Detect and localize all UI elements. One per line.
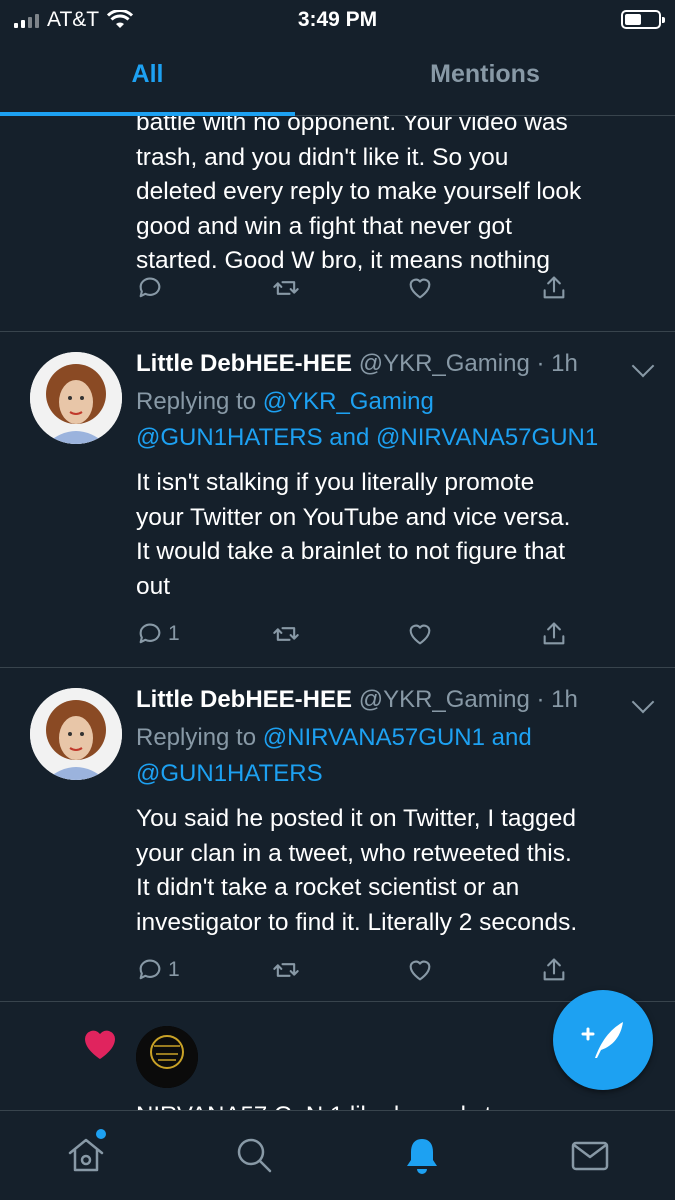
retweet-icon: [273, 281, 299, 295]
author-handle[interactable]: @YKR_Gaming: [359, 350, 530, 377]
reply-icon: [139, 623, 161, 644]
tweet-actions: 1: [136, 620, 596, 650]
mention-and: and: [491, 724, 532, 751]
mention-and: and: [329, 424, 370, 451]
mention-link[interactable]: @GUN1HATERS: [136, 424, 323, 451]
tweet-card[interactable]: battle with no opponent. Your video was …: [0, 116, 675, 332]
retweet-icon: [273, 963, 299, 977]
home-icon: [68, 1138, 104, 1172]
search-icon: [237, 1138, 272, 1173]
mail-icon: [571, 1141, 609, 1171]
avatar[interactable]: [136, 1026, 198, 1088]
mention-link[interactable]: @GUN1HATERS: [136, 760, 323, 787]
mention-link[interactable]: @NIRVANA57GUN1: [263, 724, 485, 751]
like-button[interactable]: [406, 956, 434, 984]
replying-to: Replying to @YKR_Gaming @GUN1HATERS and …: [136, 384, 656, 456]
reply-icon: [139, 959, 161, 980]
replying-prefix: Replying to: [136, 724, 257, 751]
tweet-card[interactable]: Little DebHEE-HEE @YKR_Gaming · 1h Reply…: [0, 332, 675, 668]
reply-icon: [139, 277, 161, 298]
share-button[interactable]: [540, 956, 568, 984]
replying-prefix: Replying to: [136, 388, 257, 415]
avatar-image: [136, 1026, 198, 1088]
chevron-down-icon[interactable]: [631, 690, 655, 714]
notifications-feed[interactable]: battle with no opponent. Your video was …: [0, 116, 675, 1110]
retweet-button[interactable]: [272, 274, 300, 302]
nav-home[interactable]: [64, 1129, 108, 1177]
nav-notifications[interactable]: [400, 1133, 444, 1177]
author-name[interactable]: Little DebHEE-HEE: [136, 350, 352, 377]
share-icon: [543, 958, 565, 981]
retweet-icon: [273, 627, 299, 641]
tweet-header: Little DebHEE-HEE @YKR_Gaming · 1h: [136, 686, 578, 714]
reply-button[interactable]: [136, 274, 168, 302]
active-tab-indicator: [0, 112, 295, 116]
avatar[interactable]: [30, 688, 122, 780]
retweet-button[interactable]: [272, 620, 300, 648]
notifications-tabs: All Mentions: [0, 40, 675, 116]
tweet-text: It isn't stalking if you literally promo…: [136, 469, 571, 600]
share-button[interactable]: [540, 274, 568, 302]
like-button[interactable]: [406, 274, 434, 302]
tweet-text: battle with no opponent. Your video was …: [136, 116, 582, 274]
battery-icon: [621, 10, 665, 29]
bell-icon: [407, 1139, 437, 1174]
like-notification-text: NIRVANA57 GuN 1 liked a reply to your: [136, 1102, 558, 1110]
tweet-card[interactable]: Little DebHEE-HEE @YKR_Gaming · 1h Reply…: [0, 668, 675, 1002]
reply-count: 1: [168, 958, 180, 981]
share-button[interactable]: [540, 620, 568, 648]
tweet-actions: [136, 274, 596, 304]
avatar-image: [30, 352, 122, 444]
like-icon: [409, 960, 431, 981]
notification-dot: [96, 1129, 106, 1139]
retweet-button[interactable]: [272, 956, 300, 984]
compose-tweet-button[interactable]: [553, 990, 653, 1090]
author-handle[interactable]: @YKR_Gaming: [359, 686, 530, 713]
status-time: 3:49 PM: [297, 8, 378, 31]
avatar-image: [30, 688, 122, 780]
heart-icon: [85, 1030, 115, 1059]
tweet-header: Little DebHEE-HEE @YKR_Gaming · 1h: [136, 350, 578, 378]
tab-all[interactable]: All: [0, 60, 295, 89]
like-icon: [409, 278, 431, 299]
compose-tweet-icon: [581, 1022, 623, 1058]
nav-search[interactable]: [232, 1133, 276, 1177]
share-icon: [543, 276, 565, 299]
tweet-time: · 1h: [536, 686, 578, 713]
tweet-actions: 1: [136, 956, 596, 986]
tab-mentions[interactable]: Mentions: [295, 60, 675, 89]
reply-button[interactable]: 1: [136, 620, 180, 648]
status-bar: AT&T 3:49 PM: [0, 0, 675, 40]
bottom-navigation: [0, 1110, 675, 1200]
tweet-time: · 1h: [536, 350, 578, 377]
chevron-down-icon[interactable]: [631, 354, 655, 378]
avatar[interactable]: [30, 352, 122, 444]
nav-messages[interactable]: [568, 1133, 612, 1177]
like-button[interactable]: [406, 620, 434, 648]
share-icon: [543, 622, 565, 645]
mention-link[interactable]: @NIRVANA57GUN1: [376, 424, 598, 451]
reply-button[interactable]: 1: [136, 956, 180, 984]
reply-count: 1: [168, 622, 180, 645]
tweet-text: You said he posted it on Twitter, I tagg…: [136, 805, 578, 936]
replying-to: Replying to @NIRVANA57GUN1 and @GUN1HATE…: [136, 720, 656, 792]
like-icon: [409, 624, 431, 645]
author-name[interactable]: Little DebHEE-HEE: [136, 686, 352, 713]
mention-link[interactable]: @YKR_Gaming: [263, 388, 434, 415]
